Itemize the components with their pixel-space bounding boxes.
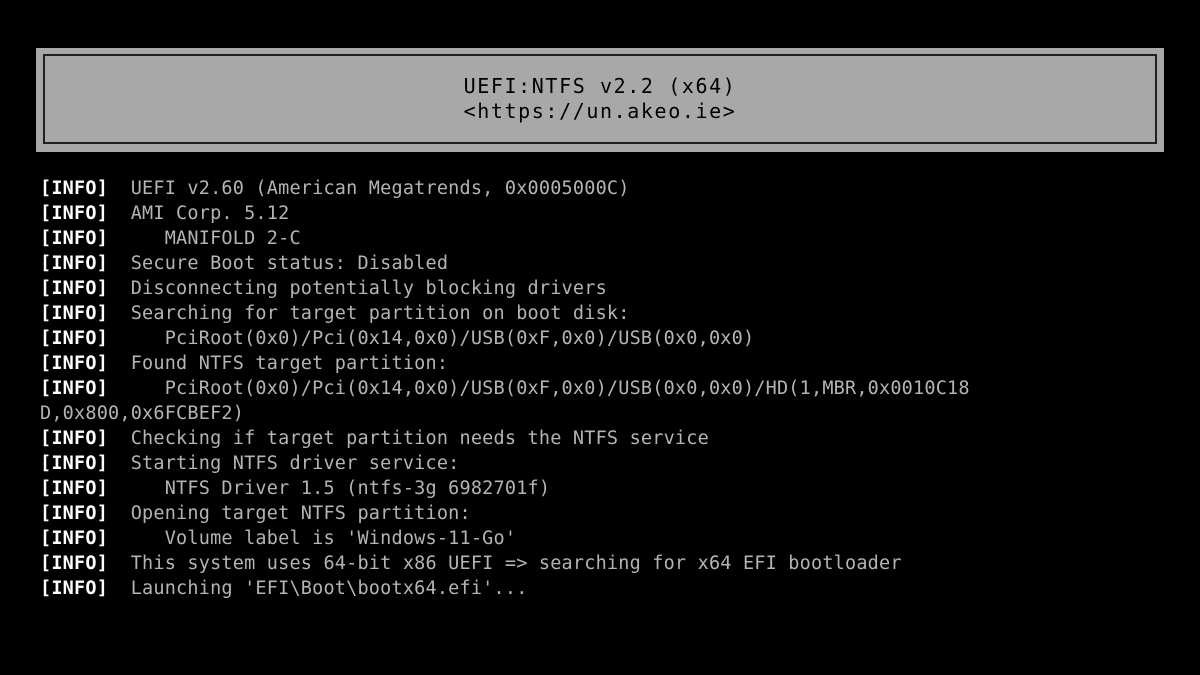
log-message: AMI Corp. 5.12: [108, 203, 290, 224]
log-level-tag: [INFO]: [40, 578, 109, 599]
log-line: [INFO] Searching for target partition on…: [40, 301, 1190, 326]
banner-title: UEFI:NTFS v2.2 (x64): [463, 74, 737, 98]
log-line: [INFO] PciRoot(0x0)/Pci(0x14,0x0)/USB(0x…: [40, 376, 1190, 401]
log-level-tag: [INFO]: [40, 203, 109, 224]
log-line: [INFO] MANIFOLD 2-C: [40, 226, 1190, 251]
log-level-tag: [INFO]: [40, 303, 109, 324]
log-line: [INFO] NTFS Driver 1.5 (ntfs-3g 6982701f…: [40, 476, 1190, 501]
log-level-tag: [INFO]: [40, 378, 109, 399]
log-level-tag: [INFO]: [40, 478, 109, 499]
log-level-tag: [INFO]: [40, 178, 109, 199]
log-line: [INFO] Checking if target partition need…: [40, 426, 1190, 451]
log-level-tag: [INFO]: [40, 453, 109, 474]
log-level-tag: [INFO]: [40, 253, 109, 274]
log-message: PciRoot(0x0)/Pci(0x14,0x0)/USB(0xF,0x0)/…: [108, 328, 755, 349]
banner-inner-frame: UEFI:NTFS v2.2 (x64) <https://un.akeo.ie…: [43, 54, 1157, 144]
log-line: D,0x800,0x6FCBEF2): [40, 401, 1190, 426]
log-message: Checking if target partition needs the N…: [108, 428, 709, 449]
log-line: [INFO] Opening target NTFS partition:: [40, 501, 1190, 526]
log-line: [INFO] AMI Corp. 5.12: [40, 201, 1190, 226]
banner-url: <https://un.akeo.ie>: [463, 99, 737, 123]
log-line: [INFO] Starting NTFS driver service:: [40, 451, 1190, 476]
uefi-boot-console: UEFI:NTFS v2.2 (x64) <https://un.akeo.ie…: [0, 0, 1200, 675]
log-message: MANIFOLD 2-C: [108, 228, 301, 249]
log-level-tag: [INFO]: [40, 428, 109, 449]
log-message: UEFI v2.60 (American Megatrends, 0x00050…: [108, 178, 630, 199]
log-message: Disconnecting potentially blocking drive…: [108, 278, 607, 299]
log-message: Searching for target partition on boot d…: [108, 303, 630, 324]
log-line: [INFO] Volume label is 'Windows-11-Go': [40, 526, 1190, 551]
log-line: [INFO] Launching 'EFI\Boot\bootx64.efi'.…: [40, 576, 1190, 601]
log-message: Opening target NTFS partition:: [108, 503, 471, 524]
uefi-ntfs-banner: UEFI:NTFS v2.2 (x64) <https://un.akeo.ie…: [36, 48, 1164, 152]
log-message: Found NTFS target partition:: [108, 353, 449, 374]
log-level-tag: [INFO]: [40, 278, 109, 299]
log-message-continuation: D,0x800,0x6FCBEF2): [40, 403, 245, 424]
log-line: [INFO] Disconnecting potentially blockin…: [40, 276, 1190, 301]
log-message: NTFS Driver 1.5 (ntfs-3g 6982701f): [108, 478, 551, 499]
log-message: Starting NTFS driver service:: [108, 453, 460, 474]
log-level-tag: [INFO]: [40, 503, 109, 524]
log-message: PciRoot(0x0)/Pci(0x14,0x0)/USB(0xF,0x0)/…: [108, 378, 970, 399]
log-level-tag: [INFO]: [40, 553, 109, 574]
log-line: [INFO] PciRoot(0x0)/Pci(0x14,0x0)/USB(0x…: [40, 326, 1190, 351]
log-level-tag: [INFO]: [40, 528, 109, 549]
log-line: [INFO] This system uses 64-bit x86 UEFI …: [40, 551, 1190, 576]
log-message: This system uses 64-bit x86 UEFI => sear…: [108, 553, 902, 574]
log-message: Secure Boot status: Disabled: [108, 253, 449, 274]
log-line: [INFO] Secure Boot status: Disabled: [40, 251, 1190, 276]
log-line: [INFO] UEFI v2.60 (American Megatrends, …: [40, 176, 1190, 201]
boot-log: [INFO] UEFI v2.60 (American Megatrends, …: [40, 176, 1190, 601]
log-message: Launching 'EFI\Boot\bootx64.efi'...: [108, 578, 528, 599]
log-level-tag: [INFO]: [40, 353, 109, 374]
log-level-tag: [INFO]: [40, 228, 109, 249]
log-message: Volume label is 'Windows-11-Go': [108, 528, 517, 549]
log-level-tag: [INFO]: [40, 328, 109, 349]
log-line: [INFO] Found NTFS target partition:: [40, 351, 1190, 376]
